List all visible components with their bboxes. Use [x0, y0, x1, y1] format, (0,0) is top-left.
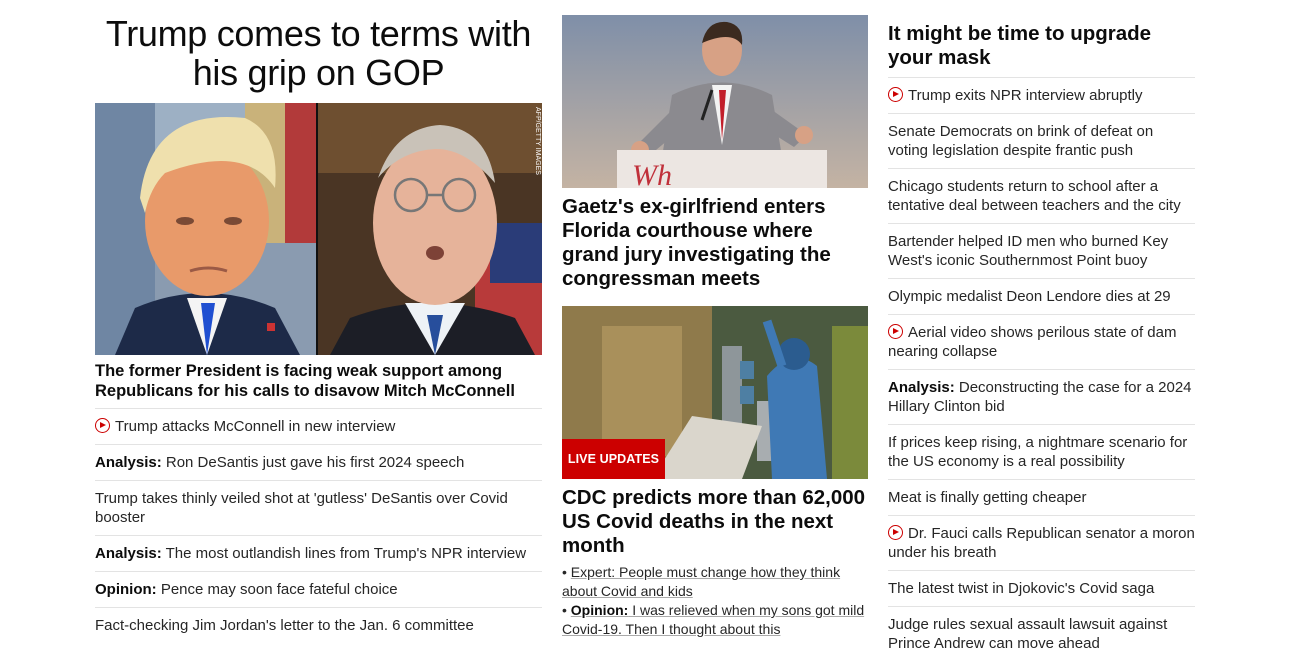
story-link-text: Meat is finally getting cheaper	[888, 489, 1087, 506]
related-story-item[interactable]: Fact-checking Jim Jordan's letter to the…	[95, 607, 542, 643]
link-text: Expert: People must change how they thin…	[562, 564, 841, 599]
story-link-text: The most outlandish lines from Trump's N…	[161, 545, 527, 562]
play-circle-icon	[888, 525, 903, 540]
headline-item[interactable]: Judge rules sexual assault lawsuit again…	[888, 606, 1195, 661]
story-link-text: Pence may soon face fateful choice	[156, 581, 398, 598]
lead-headline[interactable]: Trump comes to terms with his grip on GO…	[95, 14, 542, 92]
headline-item[interactable]: Meat is finally getting cheaper	[888, 479, 1195, 515]
covid-headline[interactable]: CDC predicts more than 62,000 US Covid d…	[562, 486, 868, 558]
headline-item[interactable]: Senate Democrats on brink of defeat on v…	[888, 113, 1195, 168]
related-link[interactable]: Opinion: I was relieved when my sons got…	[562, 602, 864, 637]
svg-text:Wh: Wh	[632, 159, 672, 188]
story-link-text: Trump takes thinly veiled shot at 'gutle…	[95, 490, 508, 526]
related-stories-list: Trump attacks McConnell in new interview…	[95, 408, 542, 643]
story-link-text: Bartender helped ID men who burned Key W…	[888, 233, 1169, 269]
related-story-item[interactable]: Trump attacks McConnell in new interview	[95, 408, 542, 444]
story-link-text: Chicago students return to school after …	[888, 178, 1181, 214]
mask-headline[interactable]: It might be time to upgrade your mask	[888, 22, 1195, 70]
headline-item[interactable]: Aerial video shows perilous state of dam…	[888, 314, 1195, 369]
related-story-item[interactable]: Trump takes thinly veiled shot at 'gutle…	[95, 480, 542, 535]
headline-item[interactable]: Dr. Fauci calls Republican senator a mor…	[888, 515, 1195, 570]
headline-item[interactable]: Olympic medalist Deon Lendore dies at 29	[888, 278, 1195, 314]
headlines-list: Trump exits NPR interview abruptly Senate…	[888, 77, 1195, 661]
play-circle-icon	[95, 418, 110, 433]
story-label: Analysis:	[888, 379, 955, 396]
story-link-text: Senate Democrats on brink of defeat on v…	[888, 123, 1154, 159]
related-link-item: • Expert: People must change how they th…	[562, 564, 841, 599]
story-link-text: Olympic medalist Deon Lendore dies at 29	[888, 288, 1171, 305]
story-link-text: The latest twist in Djokovic's Covid sag…	[888, 580, 1155, 597]
headline-item[interactable]: Analysis: Deconstructing the case for a …	[888, 369, 1195, 424]
headline-item[interactable]: Chicago students return to school after …	[888, 168, 1195, 223]
story-label: Opinion:	[95, 581, 157, 598]
story-link-text: Judge rules sexual assault lawsuit again…	[888, 616, 1168, 652]
play-circle-icon	[888, 324, 903, 339]
headline-item[interactable]: The latest twist in Djokovic's Covid sag…	[888, 570, 1195, 606]
live-updates-badge[interactable]: LIVE UPDATES	[562, 439, 665, 479]
related-story-item[interactable]: Analysis: The most outlandish lines from…	[95, 535, 542, 571]
gaetz-headline[interactable]: Gaetz's ex-girlfriend enters Florida cou…	[562, 195, 868, 291]
headline-item[interactable]: If prices keep rising, a nightmare scena…	[888, 424, 1195, 479]
photo-credit: AFP/GETTY IMAGES	[534, 107, 541, 175]
story-link-text: Trump attacks McConnell in new interview	[115, 418, 396, 435]
story-link-text: Ron DeSantis just gave his first 2024 sp…	[161, 454, 465, 471]
gaetz-photo[interactable]: Wh	[562, 15, 868, 188]
story-label: Analysis:	[95, 454, 162, 471]
story-link-text: Fact-checking Jim Jordan's letter to the…	[95, 617, 474, 634]
link-label: Opinion:	[570, 602, 629, 618]
lead-subheadline[interactable]: The former President is facing weak supp…	[95, 361, 542, 401]
headline-item[interactable]: Bartender helped ID men who burned Key W…	[888, 223, 1195, 278]
story-link-text: Aerial video shows perilous state of dam…	[888, 324, 1177, 360]
headline-item[interactable]: Trump exits NPR interview abruptly	[888, 77, 1195, 113]
story-link-text: If prices keep rising, a nightmare scena…	[888, 434, 1188, 470]
covid-icu-photo[interactable]: LIVE UPDATES	[562, 306, 868, 479]
story-label: Analysis:	[95, 545, 162, 562]
related-story-item[interactable]: Opinion: Pence may soon face fateful cho…	[95, 571, 542, 607]
story-link-text: Dr. Fauci calls Republican senator a mor…	[888, 525, 1195, 561]
related-link[interactable]: Expert: People must change how they thin…	[562, 564, 840, 599]
related-story-item[interactable]: Analysis: Ron DeSantis just gave his fir…	[95, 444, 542, 480]
story-link-text: Trump exits NPR interview abruptly	[908, 87, 1143, 104]
related-link-item: • Opinion: I was relieved when my sons g…	[562, 602, 865, 637]
lead-photo-trump-mcconnell[interactable]: AFP/GETTY IMAGES	[95, 103, 542, 355]
covid-related-links: • Expert: People must change how they th…	[562, 563, 868, 639]
play-circle-icon	[888, 87, 903, 102]
